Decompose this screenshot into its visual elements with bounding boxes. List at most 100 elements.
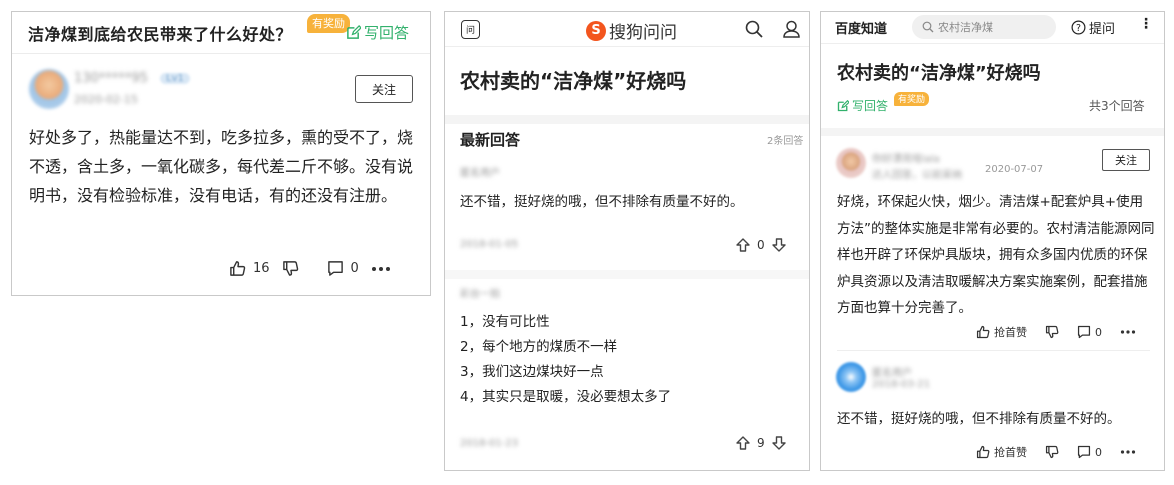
logo-badge: S [586, 20, 606, 41]
first-like-label: 抢首赞 [994, 326, 1027, 339]
vote-control: 9 [735, 435, 787, 451]
first-like-button[interactable]: 抢首赞 [976, 444, 1027, 460]
down-arrow-icon[interactable] [771, 435, 787, 451]
answer-actions: 16 0 [229, 260, 391, 277]
answer-date: 2018-03-21 [872, 379, 931, 390]
comment-icon[interactable] [327, 260, 344, 277]
author-date: 2020-02-15 [74, 93, 138, 106]
more-icon[interactable]: ⋮ [1139, 16, 1153, 32]
first-like-label: 抢首赞 [994, 446, 1027, 459]
question-icon[interactable]: 问 [461, 20, 480, 39]
down-arrow-icon[interactable] [771, 237, 787, 253]
thumbs-down-icon[interactable] [282, 260, 299, 277]
author-level-badge: Lv1 [160, 73, 190, 84]
list-item: 2，每个地方的煤质不一样 [460, 339, 618, 355]
comment-count: 0 [350, 261, 359, 276]
answer-separator [445, 270, 809, 279]
thumbs-down-icon [1045, 325, 1059, 339]
write-answer-label: 写回答 [364, 24, 410, 42]
logo-text: 搜狗问问 [609, 23, 677, 43]
site-name[interactable]: 百度知道 [835, 18, 887, 37]
vote-control: 0 [735, 237, 787, 253]
list-item: 1，没有可比性 [460, 314, 550, 330]
question-title: 农村卖的“洁净煤”好烧吗 [837, 63, 1041, 84]
answer-date: 2018-01-05 [460, 239, 519, 250]
search-icon [922, 21, 934, 33]
total-answers: 共3个回答 [1089, 99, 1145, 113]
divider [445, 46, 809, 47]
author-name[interactable]: 130*****95 [74, 71, 148, 86]
write-answer-button[interactable]: 写回答 [837, 97, 888, 114]
answer-actions: 抢首赞 0 [976, 444, 1136, 460]
edit-icon [347, 25, 361, 39]
section-title: 最新回答 [460, 131, 521, 149]
question-title: 农村卖的“洁净煤”好烧吗 [460, 69, 687, 93]
answer-author[interactable]: 你好漂亮哇lala [872, 150, 940, 165]
answer-author[interactable]: 彩台一拍 [460, 285, 500, 300]
question-circle-icon: ? [1071, 20, 1086, 35]
comment-count: 0 [1095, 325, 1102, 339]
up-arrow-icon[interactable] [735, 435, 751, 451]
thumbs-up-icon [976, 325, 990, 339]
answer-actions: 抢首赞 0 [976, 324, 1136, 340]
reward-badge: 有奖励 [307, 14, 350, 33]
answer-count: 2条回答 [767, 136, 804, 147]
thumbs-down-icon [1045, 445, 1059, 459]
edit-icon [837, 99, 849, 111]
upvote-count: 16 [253, 261, 270, 276]
sogou-answer-page: 问 S 搜狗问问 农村卖的“洁净煤”好烧吗 最新回答 2条回答 匿名用户 还不错… [444, 11, 810, 471]
more-icon[interactable] [371, 260, 391, 277]
user-icon[interactable] [783, 20, 800, 38]
avatar[interactable] [836, 148, 866, 178]
answer-author[interactable]: 匿名用户 [460, 164, 500, 179]
comment-icon [1077, 445, 1091, 459]
ask-button[interactable]: ? 提问 [1071, 18, 1115, 37]
more-icon[interactable] [1120, 325, 1136, 339]
answer-date: 2020-07-07 [985, 164, 1044, 175]
answer-text: 好烧，环保起火快，烟少。清洁煤+配套炉具+使用方法”的整体实施是非常有必要的。农… [837, 194, 1155, 316]
baidu-zhidao-page: 百度知道 农村洁净煤 ? 提问 ⋮ 农村卖的“洁净煤”好烧吗 写回答 有奖励 共… [820, 11, 1165, 471]
vote-count: 9 [757, 436, 765, 450]
more-icon[interactable] [1120, 445, 1136, 459]
svg-text:?: ? [1076, 23, 1081, 34]
ask-label: 提问 [1089, 22, 1116, 37]
answer-text: 还不错，挺好烧的哦，但不排除有质量不好的。 [837, 411, 1121, 427]
divider [821, 43, 1164, 44]
search-icon[interactable] [745, 20, 763, 38]
zhihu-answer-card: 洁净煤到底给农民带来了什么好处？ 有奖励 写回答 130*****95 Lv1 … [11, 11, 431, 296]
section-separator [445, 115, 809, 124]
avatar[interactable] [29, 69, 69, 109]
list-item: 4，其实只是取暖，没必要想太多了 [460, 389, 672, 405]
divider [837, 350, 1150, 351]
comment-button[interactable]: 0 [1077, 445, 1102, 459]
thumbs-up-icon [976, 445, 990, 459]
answer-author[interactable]: 匿名用户 [872, 364, 912, 379]
write-answer-button[interactable]: 写回答 [346, 22, 409, 43]
comment-icon [1077, 325, 1091, 339]
follow-button[interactable]: 关注 [1102, 149, 1150, 171]
up-arrow-icon[interactable] [735, 237, 751, 253]
author-subtitle: 达人回答，以前采纳 [872, 170, 962, 181]
search-placeholder: 农村洁净煤 [938, 21, 993, 34]
dislike-button[interactable] [1045, 325, 1059, 339]
answer-text: 还不错，挺好烧的哦，但不排除有质量不好的。 [460, 194, 744, 210]
first-like-button[interactable]: 抢首赞 [976, 324, 1027, 340]
answer-date: 2018-01-23 [460, 438, 519, 449]
reward-badge: 有奖励 [894, 92, 930, 106]
search-input[interactable]: 农村洁净煤 [912, 15, 1056, 39]
sogou-logo[interactable]: S 搜狗问问 [586, 18, 677, 43]
question-title[interactable]: 洁净煤到底给农民带来了什么好处？ [28, 21, 292, 45]
write-answer-label: 写回答 [852, 99, 889, 113]
comment-button[interactable]: 0 [1077, 325, 1102, 339]
divider [12, 53, 430, 54]
dislike-button[interactable] [1045, 445, 1059, 459]
vote-count: 0 [757, 238, 765, 252]
thumbs-up-icon[interactable] [229, 260, 246, 277]
list-item: 3，我们这边煤块好一点 [460, 364, 604, 380]
follow-button[interactable]: 关注 [355, 75, 413, 103]
answer-list: 1，没有可比性 2，每个地方的煤质不一样 3，我们这边煤块好一点 4，其实只是取… [460, 310, 671, 410]
answer-text: 好处多了，热能量达不到，吃多拉多，熏的受不了，烧不透，含土多，一氧化碳多，每代差… [29, 128, 414, 205]
comment-count: 0 [1095, 445, 1102, 459]
avatar[interactable] [836, 362, 866, 392]
section-separator [821, 128, 1164, 136]
